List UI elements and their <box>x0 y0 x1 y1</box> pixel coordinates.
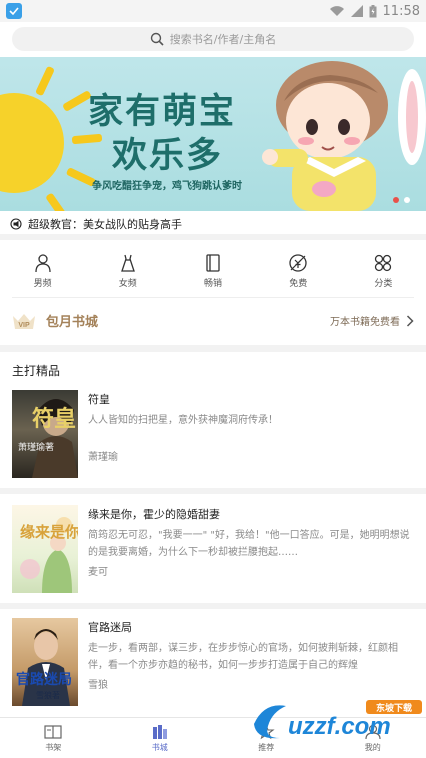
section-title: 主打精品 <box>12 364 61 378</box>
tab-profile-label: 我的 <box>364 742 381 752</box>
battery-icon <box>369 4 377 17</box>
section-divider <box>0 345 426 352</box>
tab-recommend-label: 推荐 <box>258 742 275 752</box>
category-female-label: 女频 <box>118 279 137 289</box>
search-bar[interactable]: 搜索书名/作者/主角名 <box>12 27 414 51</box>
category-male[interactable]: 男频 <box>0 246 85 296</box>
wifi-icon <box>329 6 344 16</box>
search-placeholder: 搜索书名/作者/主角名 <box>169 33 277 46</box>
tab-bookstore-label: 书城 <box>151 742 168 752</box>
cover-title: 符皇 <box>32 406 76 432</box>
tab-bookshelf-label: 书架 <box>45 742 62 752</box>
vip-left: VIP 包月书城 <box>12 311 98 330</box>
book-separator <box>0 488 426 494</box>
cover-title: 官路迷局 <box>16 671 72 688</box>
profile-icon <box>365 724 381 739</box>
vip-promo: 万本书籍免费看 <box>330 313 414 328</box>
dress-icon <box>120 254 135 272</box>
sun-ray <box>35 65 55 97</box>
recommend-icon <box>257 723 275 739</box>
book-author: 萧瑾瑜 <box>88 452 118 463</box>
book-title: 官路迷局 <box>88 621 132 634</box>
book-title: 符皇 <box>88 393 110 406</box>
bookstore-icon <box>152 724 167 739</box>
vip-promo-text: 万本书籍免费看 <box>330 317 400 328</box>
cover-art-fuhuang: 符皇 萧瑾瑜著 <box>18 399 78 478</box>
tab-bookstore[interactable]: 书城 <box>107 718 214 758</box>
vip-crown-icon: VIP <box>13 313 35 329</box>
book-description: 人人皆知的扫把星，意外获神魔洞府传承！ <box>88 415 278 426</box>
book-icon <box>206 254 220 272</box>
book-description: 走一步，看两部，谋三步，在步步惊心的官场，如何披荆斩棘，红颜相伴，看一个亦步亦趋… <box>88 643 398 671</box>
vip-title: 包月书城 <box>46 315 99 330</box>
banner-title-line2: 欢乐多 <box>112 135 224 176</box>
cover-art-guanlu: 官路迷局 雪狼著 <box>16 629 72 706</box>
category-all[interactable]: 分类 <box>341 246 426 296</box>
tab-bookshelf[interactable]: 书架 <box>0 718 107 758</box>
male-icon <box>34 254 51 273</box>
app-notification-icon <box>6 3 22 19</box>
bunny-girl-illustration <box>262 61 426 211</box>
vip-badge-text: VIP <box>18 322 30 329</box>
banner-pagination <box>393 197 410 203</box>
notice-bar[interactable]: 超级教官：美女战队的贴身高手 <box>0 213 426 240</box>
category-bestseller-label: 畅销 <box>204 279 223 289</box>
sun-ray <box>71 133 103 145</box>
book-cover: 缘来是你 <box>12 505 78 593</box>
category-bestseller[interactable]: 畅销 <box>170 246 255 296</box>
category-free[interactable]: 免费 <box>256 246 341 296</box>
signal-icon <box>350 5 363 17</box>
promo-banner[interactable]: 家有萌宝 欢乐多 争风吃醋狂争宠，鸡飞狗跳认爹时 <box>0 57 426 211</box>
category-female[interactable]: 女频 <box>85 246 170 296</box>
megaphone-icon <box>10 217 22 230</box>
tab-profile[interactable]: 我的 <box>320 718 426 758</box>
book-title: 缘来是你，霍少的隐婚甜妻 <box>88 508 220 521</box>
cover-author: 雪狼著 <box>36 690 60 700</box>
category-male-label: 男频 <box>33 279 52 289</box>
app-screen: 11:58 搜索书名/作者/主角名 家有萌宝 欢乐多 争风吃醋狂争宠，鸡飞狗跳认… <box>0 0 426 758</box>
category-all-label: 分类 <box>374 279 393 289</box>
notice-text: 超级教官：美女战队的贴身高手 <box>28 217 182 231</box>
pagination-dot-active[interactable] <box>393 197 399 203</box>
chevron-right-icon <box>406 314 414 327</box>
banner-subtitle: 争风吃醋狂争宠，鸡飞狗跳认爹时 <box>92 181 242 192</box>
grid-icon <box>375 254 392 272</box>
vip-monthly-store[interactable]: VIP 包月书城 万本书籍免费看 <box>12 297 414 343</box>
cover-title: 缘来是你 <box>20 523 78 541</box>
cover-author: 萧瑾瑜著 <box>18 441 54 453</box>
bookshelf-icon <box>44 724 62 739</box>
book-description: 简筠忍无可忍，"我要一一" "好，我给！"他一口答应。可是，她明明想说的是我要离… <box>88 530 410 558</box>
sun-ray <box>45 192 69 211</box>
tab-recommend[interactable]: 推荐 <box>213 718 320 758</box>
status-bar: 11:58 <box>0 0 426 22</box>
book-author: 雪狼 <box>88 680 108 691</box>
category-nav: 男频 女频 畅销 免费 分类 <box>0 246 426 296</box>
pagination-dot[interactable] <box>404 197 410 203</box>
book-cover: 符皇 萧瑾瑜著 <box>12 390 78 478</box>
category-free-label: 免费 <box>289 279 308 289</box>
book-cover: 官路迷局 雪狼著 <box>12 618 78 706</box>
book-separator <box>0 603 426 609</box>
search-icon <box>150 32 164 46</box>
status-right: 11:58 <box>329 4 420 19</box>
sun-illustration <box>0 93 64 193</box>
bottom-tab-bar: 书架 书城 推荐 我的 <box>0 717 426 758</box>
cover-art-yuanlai: 缘来是你 <box>20 517 78 593</box>
book-author: 麦可 <box>88 567 108 578</box>
free-icon <box>289 254 307 272</box>
status-time: 11:58 <box>382 3 420 19</box>
